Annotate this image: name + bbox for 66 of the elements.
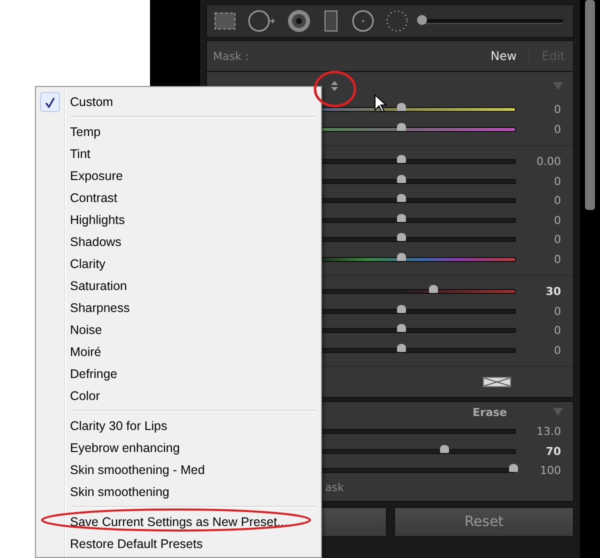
brush-mode-label[interactable]: Erase [472,406,507,418]
slider-value: 0 [553,103,561,116]
menu-item[interactable]: Moiré [38,341,319,363]
menu-item[interactable]: Highlights [38,209,319,231]
radial-filter-icon[interactable] [351,9,375,33]
brush-size-thumb[interactable] [417,14,427,24]
mask-label: Mask : [213,50,249,62]
slider-thumb[interactable] [396,344,406,352]
menu-item[interactable]: Color [38,385,319,407]
slider-thumb[interactable] [428,285,438,294]
menu-item[interactable]: Skin smoothening - Med [38,459,319,481]
slider-value: 13.0 [536,425,561,438]
auto-mask-label: ask [325,480,344,494]
slider-thumb[interactable] [396,304,406,313]
scrollbar-thumb[interactable] [585,0,595,210]
slider-value: 0 [553,233,561,246]
slider-value: 100 [539,464,561,478]
menu-item[interactable]: Shadows [38,231,319,253]
slider-value: 0 [553,194,561,208]
menu-item[interactable]: Noise [38,319,319,341]
menu-item[interactable]: Tint [38,143,319,165]
slider-thumb[interactable] [396,324,406,332]
menu-item[interactable]: Restore Default Presets [38,533,319,555]
up-down-arrows-icon[interactable] [331,81,338,91]
menu-item[interactable]: Save Current Settings as New Preset... [38,511,319,533]
slider-value: 0 [553,304,561,318]
slider-value: 0.00 [536,155,561,168]
menu-item[interactable]: Clarity [38,253,319,275]
color-swatch-icon[interactable] [483,377,511,387]
slider-value: 0 [553,122,561,136]
menu-item[interactable]: Saturation [38,275,319,297]
cursor-icon [374,94,388,114]
menu-item[interactable]: Clarity 30 for Lips [38,415,319,437]
slider-thumb[interactable] [396,233,406,242]
menu-item[interactable]: Custom [38,91,319,113]
spot-removal-icon[interactable] [247,9,277,33]
slider-thumb[interactable] [396,194,406,202]
slider-value: 0 [553,174,561,188]
mask-action-button[interactable]: New [486,49,521,63]
annotation-circle [312,69,358,109]
slider-thumb[interactable] [396,174,406,183]
menu-item[interactable]: Contrast [38,187,319,209]
slider-thumb[interactable] [508,464,518,472]
slider-thumb[interactable] [440,444,449,453]
menu-item[interactable]: Sharpness [38,297,319,319]
slider-value: 70 [544,444,561,458]
slider-value: 0 [553,324,561,338]
checkmark-icon [40,92,60,112]
slider-thumb[interactable] [396,155,406,164]
slider-value: 0 [553,252,561,266]
menu-item[interactable]: Defringe [38,363,319,385]
slider-thumb[interactable] [396,252,406,261]
slider-thumb[interactable] [396,103,406,112]
slider-value: 0 [553,214,561,227]
menu-item[interactable]: Skin smoothening [38,481,319,503]
brush-icon[interactable] [385,9,409,33]
redeye-icon[interactable] [287,9,311,33]
slider-value: 0 [553,344,561,357]
slider-thumb[interactable] [396,122,406,131]
menu-item[interactable]: Exposure [38,165,319,187]
menu-item[interactable]: Temp [38,121,319,143]
marquee-tool-icon[interactable] [213,11,237,31]
slider-value: 30 [544,285,561,298]
slider-thumb[interactable] [396,214,406,222]
reset-button[interactable]: Reset [394,506,574,536]
menu-item[interactable]: Eyebrow enhancing [38,437,319,459]
